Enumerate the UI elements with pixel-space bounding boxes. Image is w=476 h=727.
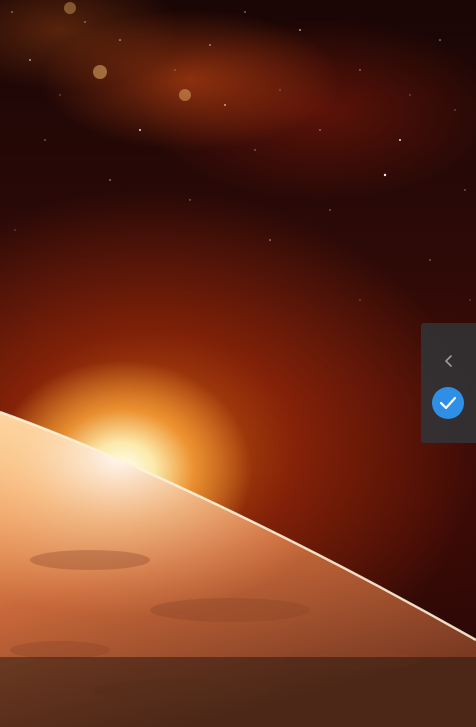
wallpaper-preview-screen [0,0,476,727]
chevron-left-icon [445,355,452,367]
bottom-overlay-bar [0,657,476,727]
collapse-panel-button[interactable] [433,345,465,377]
apply-wallpaper-button[interactable] [432,387,464,419]
check-icon [439,396,457,410]
planet-horizon [0,410,476,727]
wallpaper-action-panel [421,323,476,443]
